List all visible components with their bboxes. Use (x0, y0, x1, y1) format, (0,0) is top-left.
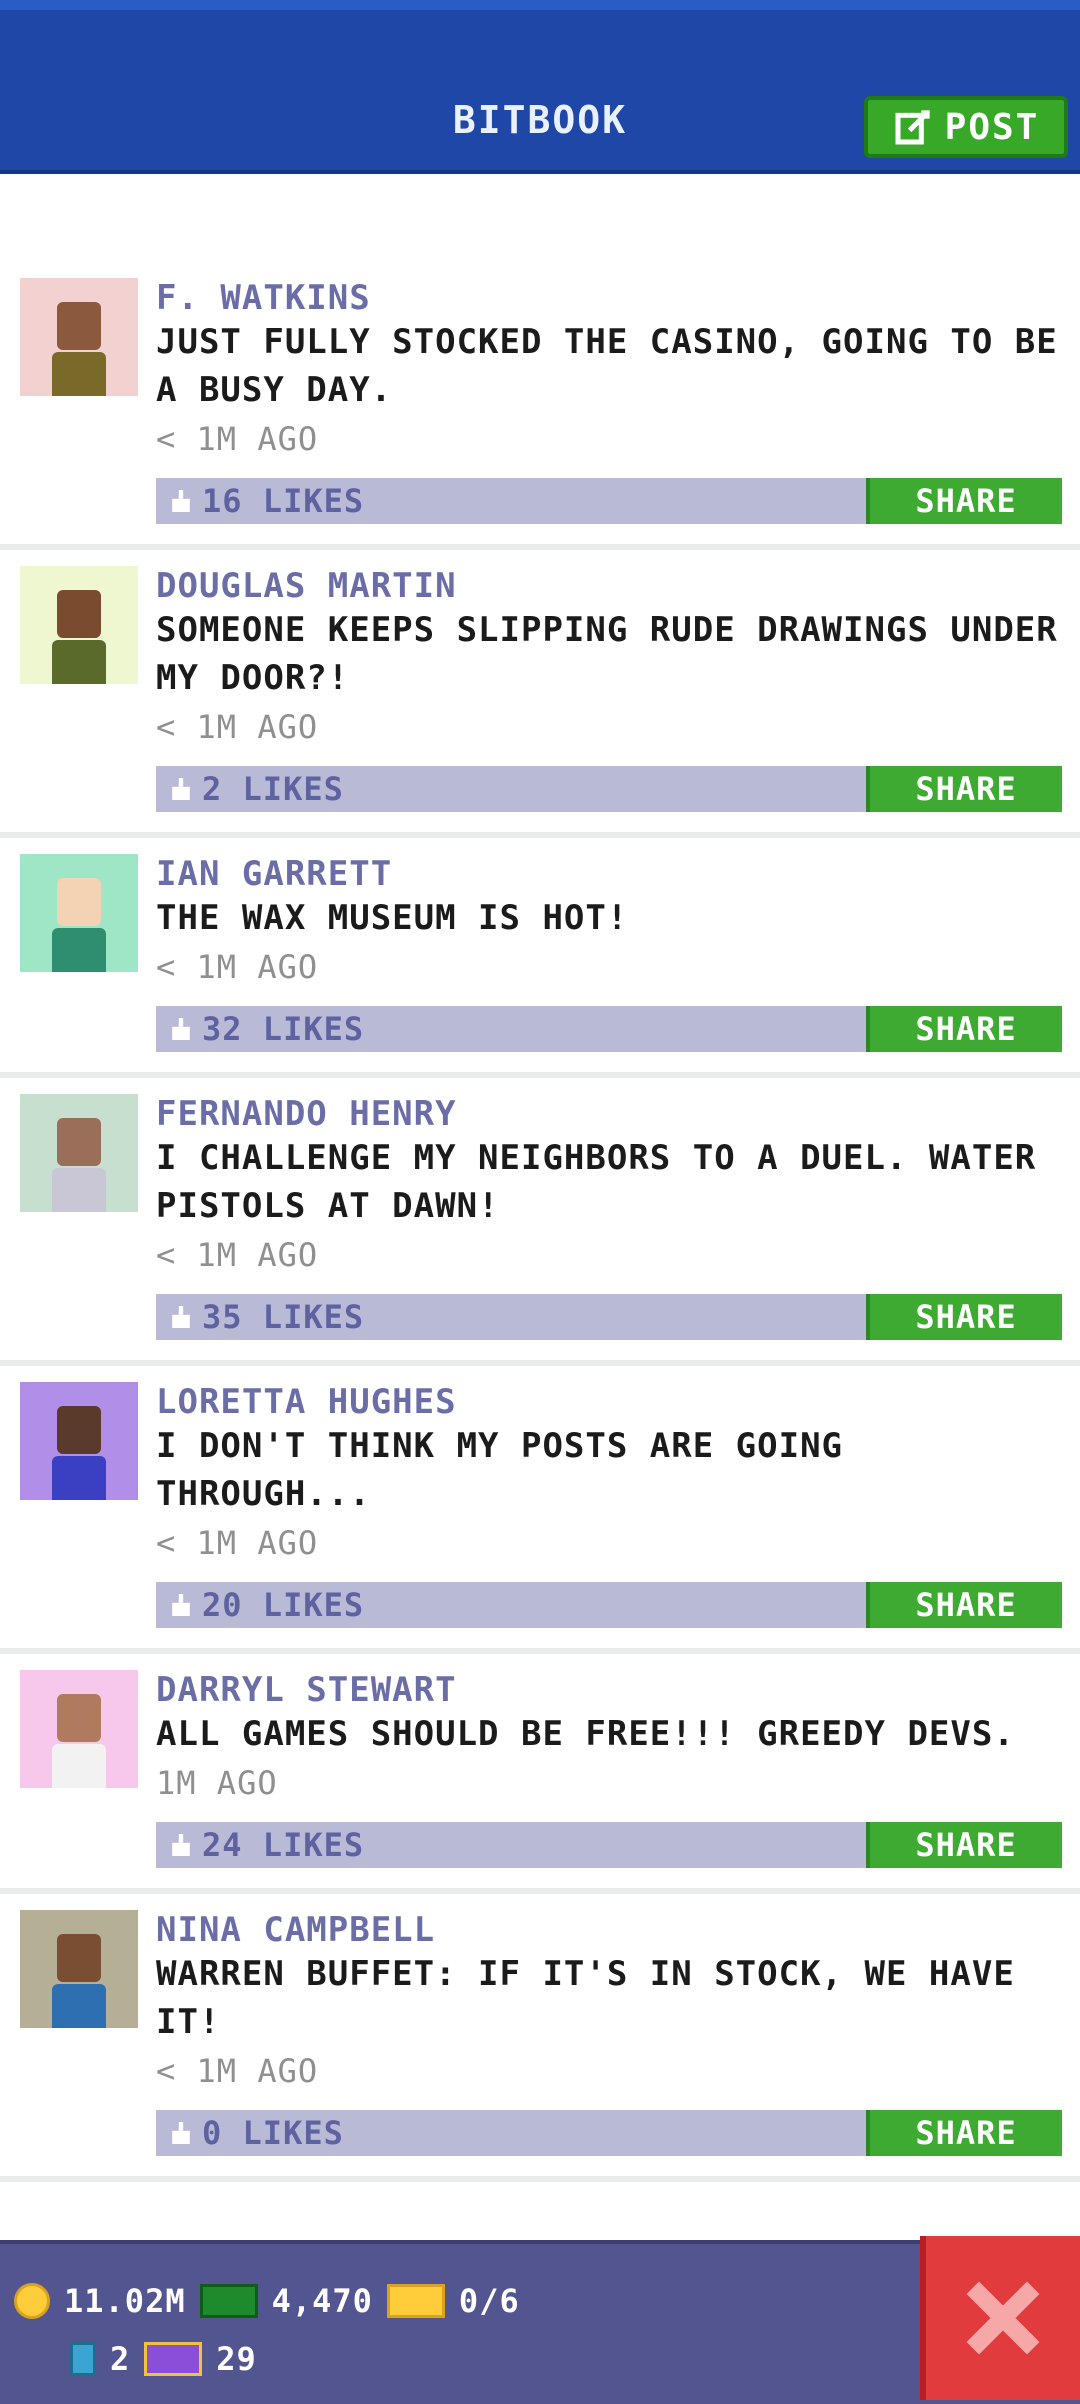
post-card: FERNANDO HENRY I CHALLENGE MY NEIGHBORS … (0, 1078, 1080, 1366)
feed: F. WATKINS JUST FULLY STOCKED THE CASINO… (0, 262, 1080, 2182)
post-time: < 1M AGO (156, 2052, 319, 2090)
thumbs-up-icon[interactable] (170, 1594, 192, 1616)
post-label: POST (944, 106, 1040, 148)
post-author[interactable]: NINA CAMPBELL (156, 1910, 1060, 1950)
share-button[interactable]: SHARE (866, 1294, 1062, 1340)
post-author[interactable]: IAN GARRETT (156, 854, 1060, 894)
post-card: DARRYL STEWART ALL GAMES SHOULD BE FREE!… (0, 1654, 1080, 1894)
post-text: WARREN BUFFET: IF IT'S IN STOCK, WE HAVE… (156, 1954, 1015, 2042)
post-time: < 1M AGO (156, 1524, 319, 1562)
cash-value: 4,470 (271, 2282, 373, 2320)
bux-value: 2 (110, 2340, 131, 2378)
like-bar: 35 LIKES SHARE (156, 1294, 1062, 1340)
post-text: I DON'T THINK MY POSTS ARE GOING THROUGH… (156, 1426, 844, 1514)
tv-icon (144, 2342, 203, 2376)
coin-icon (14, 2283, 50, 2319)
resource-bar: 11.02M 4,470 0/6 2 29 (0, 2240, 1080, 2404)
thumbs-up-icon[interactable] (170, 778, 192, 800)
share-button[interactable]: SHARE (866, 1822, 1062, 1868)
cash-icon (199, 2284, 258, 2318)
post-card: IAN GARRETT THE WAX MUSEUM IS HOT! < 1M … (0, 838, 1080, 1078)
like-bar: 2 LIKES SHARE (156, 766, 1062, 812)
app-header: BITBOOK POST (0, 0, 1080, 174)
post-author[interactable]: DOUGLAS MARTIN (156, 566, 1060, 606)
post-author[interactable]: FERNANDO HENRY (156, 1094, 1060, 1134)
post-author[interactable]: LORETTA HUGHES (156, 1382, 1060, 1422)
bux-icon (70, 2342, 96, 2376)
post-card: NINA CAMPBELL WARREN BUFFET: IF IT'S IN … (0, 1894, 1080, 2182)
edit-icon (895, 110, 930, 145)
post-text: ALL GAMES SHOULD BE FREE!!! GREEDY DEVS. (156, 1714, 1015, 1754)
close-button[interactable] (920, 2236, 1080, 2400)
share-button[interactable]: SHARE (866, 1582, 1062, 1628)
post-time: < 1M AGO (156, 420, 319, 458)
post-card: DOUGLAS MARTIN SOMEONE KEEPS SLIPPING RU… (0, 550, 1080, 838)
resource-row-top: 11.02M 4,470 0/6 (14, 2282, 520, 2320)
like-bar: 32 LIKES SHARE (156, 1006, 1062, 1052)
likes-count: 24 LIKES (202, 1826, 365, 1864)
tickets-value: 0/6 (458, 2282, 520, 2320)
post-time: < 1M AGO (156, 1236, 319, 1274)
like-bar: 24 LIKES SHARE (156, 1822, 1062, 1868)
post-card: F. WATKINS JUST FULLY STOCKED THE CASINO… (0, 262, 1080, 550)
likes-count: 2 LIKES (202, 770, 344, 808)
post-button[interactable]: POST (864, 96, 1068, 158)
coins-value: 11.02M (64, 2282, 186, 2320)
like-bar: 16 LIKES SHARE (156, 478, 1062, 524)
thumbs-up-icon[interactable] (170, 1834, 192, 1856)
avatar (20, 1094, 138, 1212)
post-time: < 1M AGO (156, 708, 319, 746)
post-text: I CHALLENGE MY NEIGHBORS TO A DUEL. WATE… (156, 1138, 1037, 1226)
share-button[interactable]: SHARE (866, 478, 1062, 524)
like-bar: 20 LIKES SHARE (156, 1582, 1062, 1628)
tv-value: 29 (216, 2340, 257, 2378)
thumbs-up-icon[interactable] (170, 2122, 192, 2144)
thumbs-up-icon[interactable] (170, 1018, 192, 1040)
status-strip (0, 0, 1080, 10)
avatar (20, 1670, 138, 1788)
post-time: < 1M AGO (156, 948, 319, 986)
thumbs-up-icon[interactable] (170, 490, 192, 512)
share-button[interactable]: SHARE (866, 766, 1062, 812)
ticket-icon (386, 2284, 445, 2318)
close-icon (966, 2281, 1040, 2355)
post-time: 1M AGO (156, 1764, 278, 1802)
avatar (20, 854, 138, 972)
post-card: LORETTA HUGHES I DON'T THINK MY POSTS AR… (0, 1366, 1080, 1654)
likes-count: 35 LIKES (202, 1298, 365, 1336)
post-text: THE WAX MUSEUM IS HOT! (156, 898, 629, 938)
share-button[interactable]: SHARE (866, 1006, 1062, 1052)
avatar (20, 566, 138, 684)
post-author[interactable]: DARRYL STEWART (156, 1670, 1060, 1710)
avatar (20, 278, 138, 396)
avatar (20, 1910, 138, 2028)
likes-count: 0 LIKES (202, 2114, 344, 2152)
resource-row-bottom: 2 29 (70, 2340, 257, 2378)
thumbs-up-icon[interactable] (170, 1306, 192, 1328)
share-button[interactable]: SHARE (866, 2110, 1062, 2156)
likes-count: 20 LIKES (202, 1586, 365, 1624)
likes-count: 32 LIKES (202, 1010, 365, 1048)
post-text: JUST FULLY STOCKED THE CASINO, GOING TO … (156, 322, 1058, 410)
like-bar: 0 LIKES SHARE (156, 2110, 1062, 2156)
avatar (20, 1382, 138, 1500)
post-text: SOMEONE KEEPS SLIPPING RUDE DRAWINGS UND… (156, 610, 1058, 698)
post-author[interactable]: F. WATKINS (156, 278, 1060, 318)
likes-count: 16 LIKES (202, 482, 365, 520)
